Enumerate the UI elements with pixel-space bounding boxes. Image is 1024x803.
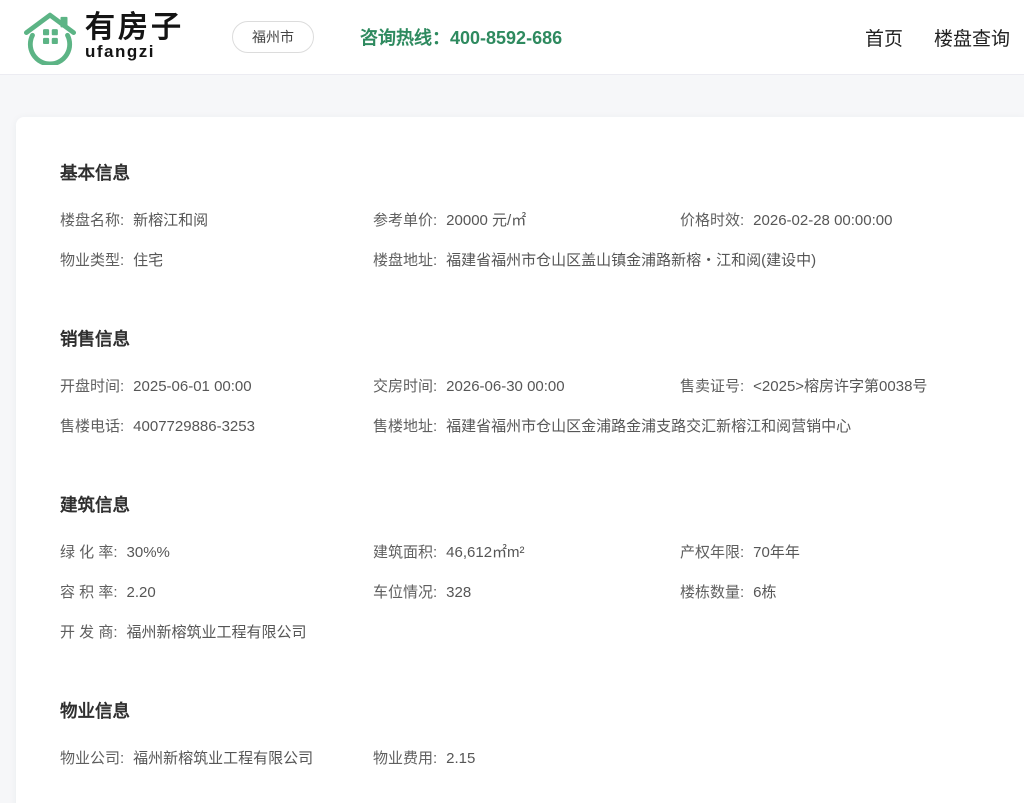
field-value: <2025>榕房许字第0038号 (753, 378, 928, 395)
field-label: 参考单价: (373, 212, 438, 229)
field-label: 容 积 率: (60, 584, 118, 601)
info-row: 开 发 商: 福州新榕筑业工程有限公司 (60, 613, 1000, 653)
field-delivery-date: 交房时间: 2026-06-30 00:00 (373, 367, 680, 407)
field-value: 2026-06-30 00:00 (446, 378, 565, 395)
field-label: 售卖证号: (680, 378, 745, 395)
field-label: 物业公司: (60, 750, 125, 767)
field-label: 物业类型: (60, 252, 125, 269)
field-opening-date: 开盘时间: 2025-06-01 00:00 (60, 367, 373, 407)
field-property-address: 楼盘地址: 福建省福州市仓山区盖山镇金浦路新榕・江和阅(建设中) (373, 241, 1000, 281)
info-row: 楼盘名称: 新榕江和阅 参考单价: 20000 元/㎡ 价格时效: 2026-02-2… (60, 201, 1000, 241)
field-value: 70年年 (753, 544, 800, 561)
site-header: 有房子 ufangzi 福州市 咨询热线：400-8592-686 首页 楼盘查… (0, 0, 1024, 75)
field-plot-ratio: 容 积 率: 2.20 (60, 573, 373, 613)
field-value: 4007729886-3253 (133, 418, 255, 435)
field-reference-price: 参考单价: 20000 元/㎡ (373, 201, 680, 241)
field-value: 福州新榕筑业工程有限公司 (133, 750, 314, 767)
field-label: 产权年限: (680, 544, 745, 561)
field-value: 住宅 (133, 252, 164, 269)
field-label: 开 发 商: (60, 624, 118, 641)
field-value: 2.20 (126, 584, 156, 601)
field-label: 车位情况: (373, 584, 438, 601)
logo-subtitle: ufangzi (85, 42, 155, 62)
field-building-count: 楼栋数量: 6栋 (680, 573, 1000, 613)
info-row: 容 积 率: 2.20 车位情况: 328 楼栋数量: 6栋 (60, 573, 1000, 613)
field-value: 46,612㎡m² (446, 544, 525, 561)
section-building-info: 建筑信息 绿 化 率: 30%% 建筑面积: 46,612㎡m² 产权年限: 70年年… (60, 493, 1000, 653)
hotline-text: 咨询热线：400-8592-686 (360, 28, 563, 48)
field-value: 新榕江和阅 (133, 212, 209, 229)
field-building-area: 建筑面积: 46,612㎡m² (373, 533, 680, 573)
field-management-company: 物业公司: 福州新榕筑业工程有限公司 (60, 739, 373, 779)
field-value: 2026-02-28 00:00:00 (753, 212, 893, 229)
field-value: 福州新榕筑业工程有限公司 (126, 624, 307, 641)
info-row: 售楼电话: 4007729886-3253 售楼地址: 福建省福州市仓山区金浦路金浦… (60, 407, 1000, 447)
field-sales-address: 售楼地址: 福建省福州市仓山区金浦路金浦支路交汇新榕江和阅营销中心 (373, 407, 1000, 447)
field-value: 20000 元/㎡ (446, 212, 527, 229)
site-logo[interactable]: 有房子 ufangzi (22, 9, 184, 65)
field-label: 建筑面积: (373, 544, 438, 561)
city-selector[interactable]: 福州市 (232, 21, 314, 53)
field-label: 售楼电话: (60, 418, 125, 435)
info-row: 绿 化 率: 30%% 建筑面积: 46,612㎡m² 产权年限: 70年年 (60, 533, 1000, 573)
field-label: 楼栋数量: (680, 584, 745, 601)
section-title: 物业信息 (60, 701, 130, 721)
field-sales-permit: 售卖证号: <2025>榕房许字第0038号 (680, 367, 1000, 407)
field-management-fee: 物业费用: 2.15 (373, 739, 1000, 779)
info-row: 物业公司: 福州新榕筑业工程有限公司 物业费用: 2.15 (60, 739, 1000, 779)
section-title: 建筑信息 (60, 495, 130, 515)
field-greening-rate: 绿 化 率: 30%% (60, 533, 373, 573)
field-value: 6栋 (753, 584, 777, 601)
info-row: 物业类型: 住宅 楼盘地址: 福建省福州市仓山区盖山镇金浦路新榕・江和阅(建设中) (60, 241, 1000, 281)
nav-home[interactable]: 首页 (865, 24, 903, 51)
field-value: 福建省福州市仓山区金浦路金浦支路交汇新榕江和阅营销中心 (446, 418, 852, 435)
field-value: 2.15 (446, 750, 476, 767)
field-label: 物业费用: (373, 750, 438, 767)
nav-property-search[interactable]: 楼盘查询 (934, 24, 1010, 51)
property-detail-card: 基本信息 楼盘名称: 新榕江和阅 参考单价: 20000 元/㎡ 价格时效: 2026… (16, 117, 1024, 803)
section-title: 基本信息 (60, 163, 130, 183)
section-title: 销售信息 (60, 329, 130, 349)
field-label: 开盘时间: (60, 378, 125, 395)
section-basic-info: 基本信息 楼盘名称: 新榕江和阅 参考单价: 20000 元/㎡ 价格时效: 2026… (60, 161, 1000, 281)
field-ownership-years: 产权年限: 70年年 (680, 533, 1000, 573)
main-nav: 首页 楼盘查询 (865, 24, 1010, 51)
logo-title: 有房子 (85, 10, 184, 44)
field-value: 30%% (126, 544, 170, 561)
field-label: 绿 化 率: (60, 544, 118, 561)
field-property-type: 物业类型: 住宅 (60, 241, 373, 281)
field-label: 楼盘名称: (60, 212, 125, 229)
info-row: 开盘时间: 2025-06-01 00:00 交房时间: 2026-06-30 00… (60, 367, 1000, 407)
field-sales-phone: 售楼电话: 4007729886-3253 (60, 407, 373, 447)
section-property-management-info: 物业信息 物业公司: 福州新榕筑业工程有限公司 物业费用: 2.15 (60, 699, 1000, 779)
field-price-validity: 价格时效: 2026-02-28 00:00:00 (680, 201, 1000, 241)
field-developer: 开 发 商: 福州新榕筑业工程有限公司 (60, 613, 1000, 653)
field-value: 328 (446, 584, 472, 601)
field-property-name: 楼盘名称: 新榕江和阅 (60, 201, 373, 241)
field-label: 楼盘地址: (373, 252, 438, 269)
logo-house-icon (23, 12, 77, 65)
field-parking: 车位情况: 328 (373, 573, 680, 613)
section-sales-info: 销售信息 开盘时间: 2025-06-01 00:00 交房时间: 2026-06-… (60, 327, 1000, 447)
field-label: 售楼地址: (373, 418, 438, 435)
field-value: 2025-06-01 00:00 (133, 378, 252, 395)
field-label: 交房时间: (373, 378, 438, 395)
field-value: 福建省福州市仓山区盖山镇金浦路新榕・江和阅(建设中) (446, 252, 817, 269)
field-label: 价格时效: (680, 212, 745, 229)
